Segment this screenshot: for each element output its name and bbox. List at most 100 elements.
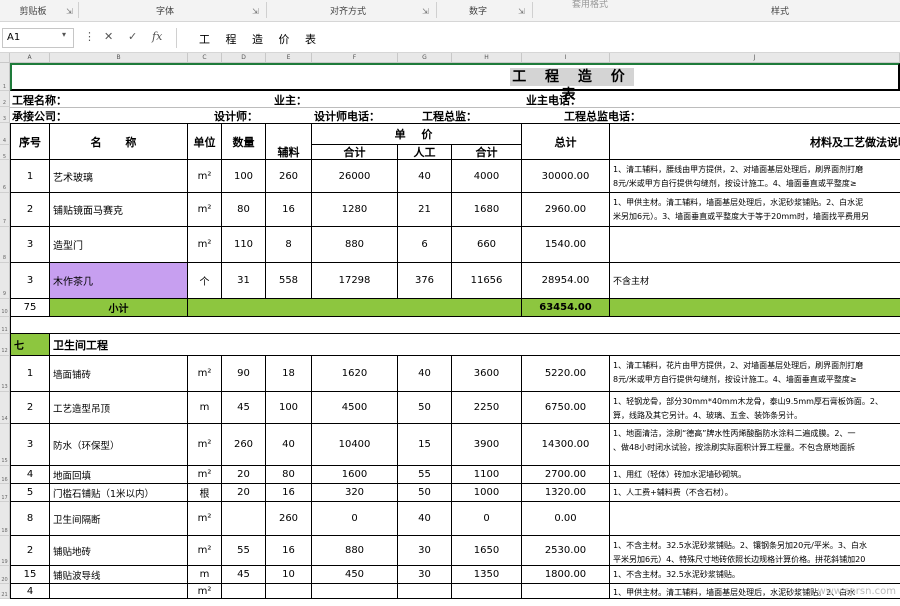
formula-input[interactable]: 工 程 造 价 表 bbox=[176, 28, 896, 48]
row-header[interactable]: 9 bbox=[0, 263, 10, 299]
header-unit-price[interactable]: 单 价 bbox=[312, 124, 522, 145]
cell-unit[interactable]: m bbox=[188, 392, 222, 424]
subtotal-note-fill[interactable] bbox=[610, 299, 900, 317]
active-cell-a1[interactable] bbox=[10, 63, 900, 91]
row-header[interactable]: 2 bbox=[0, 91, 10, 107]
cell-labor[interactable]: 30 bbox=[398, 566, 452, 584]
cell-name[interactable]: 墙面铺砖 bbox=[50, 356, 188, 392]
column-header[interactable]: D bbox=[222, 53, 266, 63]
cell-seq[interactable]: 8 bbox=[11, 502, 50, 536]
cell-sum2[interactable]: 3900 bbox=[452, 424, 522, 466]
cell-sum2[interactable]: 0 bbox=[452, 502, 522, 536]
cell-qty[interactable]: 110 bbox=[222, 227, 266, 263]
cell-seq[interactable]: 1 bbox=[11, 160, 50, 193]
select-all-corner[interactable] bbox=[0, 53, 10, 63]
cell-name[interactable]: 门槛石铺贴（1米以内） bbox=[50, 484, 188, 502]
cell-unit[interactable]: 根 bbox=[188, 484, 222, 502]
cell-total[interactable]: 14300.00 bbox=[522, 424, 610, 466]
cell-note[interactable]: 1、人工费+辅料费（不含石材）。 bbox=[610, 484, 900, 502]
row-header[interactable]: 4 bbox=[0, 123, 10, 145]
cell-seq[interactable]: 2 bbox=[11, 392, 50, 424]
cell-unit[interactable]: m² bbox=[188, 584, 222, 599]
cell-labor[interactable]: 15 bbox=[398, 424, 452, 466]
cell-note[interactable]: 1、不含主材。32.5水泥砂浆铺贴。 bbox=[610, 566, 900, 584]
cell-note[interactable]: 1、不含主材。32.5水泥砂浆铺贴。2、镶钢条另加20元/平米。3、白水 平米另加… bbox=[610, 536, 900, 566]
column-header[interactable]: C bbox=[188, 53, 222, 63]
cell-qty[interactable] bbox=[222, 502, 266, 536]
clipboard-group-label[interactable]: 剪贴板 bbox=[8, 4, 58, 17]
clipboard-launcher-icon[interactable]: ⇲ bbox=[66, 7, 73, 16]
cell-sum2[interactable]: 11656 bbox=[452, 263, 522, 299]
name-box-dropdown-icon[interactable]: ▾ bbox=[62, 30, 66, 39]
cell-sum1[interactable]: 26000 bbox=[312, 160, 398, 193]
designer-label[interactable]: 设计师： bbox=[214, 108, 258, 124]
cell-labor[interactable]: 40 bbox=[398, 356, 452, 392]
subtotal-seq[interactable]: 75 bbox=[11, 299, 50, 317]
cell-unit[interactable]: m² bbox=[188, 193, 222, 227]
cell-labor[interactable]: 50 bbox=[398, 484, 452, 502]
cell-unit[interactable]: m bbox=[188, 566, 222, 584]
cell-aux[interactable]: 100 bbox=[266, 392, 312, 424]
row-header[interactable]: 15 bbox=[0, 424, 10, 466]
contractor-label[interactable]: 承接公司： bbox=[12, 108, 67, 124]
row-header[interactable]: 18 bbox=[0, 502, 10, 536]
row-header[interactable]: 19 bbox=[0, 536, 10, 566]
cell-labor[interactable] bbox=[398, 584, 452, 599]
row-header[interactable]: 10 bbox=[0, 299, 10, 317]
cell-labor[interactable]: 55 bbox=[398, 466, 452, 484]
column-header[interactable]: I bbox=[522, 53, 610, 63]
cell-seq[interactable]: 2 bbox=[11, 193, 50, 227]
row-header[interactable]: 16 bbox=[0, 466, 10, 484]
cell-qty[interactable]: 45 bbox=[222, 392, 266, 424]
column-header[interactable]: H bbox=[452, 53, 522, 63]
cell-sum2[interactable]: 4000 bbox=[452, 160, 522, 193]
cell-total[interactable]: 30000.00 bbox=[522, 160, 610, 193]
cell-unit[interactable]: m² bbox=[188, 466, 222, 484]
number-group-label[interactable]: 数字 bbox=[458, 4, 498, 17]
cell-note[interactable]: 不含主材 bbox=[610, 263, 900, 299]
header-subtotal2[interactable]: 合计 bbox=[452, 145, 522, 160]
row-header[interactable]: 3 bbox=[0, 107, 10, 123]
cell-sum2[interactable]: 660 bbox=[452, 227, 522, 263]
cell-total[interactable]: 2530.00 bbox=[522, 536, 610, 566]
subtotal-label[interactable]: 小计 bbox=[50, 299, 188, 317]
supervisor-label[interactable]: 工程总监： bbox=[422, 108, 477, 124]
font-launcher-icon[interactable]: ⇲ bbox=[252, 7, 259, 16]
cell-unit[interactable]: 个 bbox=[188, 263, 222, 299]
cell-labor[interactable]: 40 bbox=[398, 502, 452, 536]
cell-seq[interactable]: 4 bbox=[11, 584, 50, 599]
header-aux[interactable]: 辅料 bbox=[266, 145, 312, 160]
enter-icon[interactable]: ✓ bbox=[128, 30, 137, 43]
cell-sum1[interactable]: 880 bbox=[312, 227, 398, 263]
header-subtotal1[interactable]: 合计 bbox=[312, 145, 398, 160]
cell-note[interactable] bbox=[610, 227, 900, 263]
cell-note[interactable]: 1、甲供主材。清工辅料，墙面基层处理后，水泥砂浆铺贴。2、白水泥 米另加6元）。… bbox=[610, 193, 900, 227]
cell-qty[interactable]: 100 bbox=[222, 160, 266, 193]
cell-sum1[interactable]: 0 bbox=[312, 502, 398, 536]
cell-aux[interactable]: 260 bbox=[266, 502, 312, 536]
cell-seq[interactable]: 3 bbox=[11, 263, 50, 299]
cell-note[interactable]: 1、用红（轻体）砖加水泥墙砂砌筑。 bbox=[610, 466, 900, 484]
cell-total[interactable]: 2700.00 bbox=[522, 466, 610, 484]
cell-unit[interactable]: m² bbox=[188, 227, 222, 263]
section-title[interactable]: 卫生间工程 bbox=[50, 334, 900, 356]
insert-function-icon[interactable]: fx bbox=[152, 30, 162, 43]
cell-aux[interactable]: 260 bbox=[266, 160, 312, 193]
cell-sum1[interactable]: 17298 bbox=[312, 263, 398, 299]
cell-name[interactable]: 艺术玻璃 bbox=[50, 160, 188, 193]
row-header[interactable]: 8 bbox=[0, 227, 10, 263]
column-header[interactable]: G bbox=[398, 53, 452, 63]
cell-sum2[interactable] bbox=[452, 584, 522, 599]
cell-aux[interactable]: 40 bbox=[266, 424, 312, 466]
row-header[interactable]: 5 bbox=[0, 145, 10, 160]
cell-seq[interactable]: 15 bbox=[11, 566, 50, 584]
cell-aux[interactable]: 16 bbox=[266, 536, 312, 566]
cell-note[interactable]: 1、清工辅料，花片由甲方提供，2、对墙面基层处理后，刷界面剂打磨 8元/米或甲方自… bbox=[610, 356, 900, 392]
cell-sum2[interactable]: 1350 bbox=[452, 566, 522, 584]
cell-qty[interactable]: 20 bbox=[222, 466, 266, 484]
sheet-title[interactable]: 工 程 造 价 表 bbox=[510, 68, 634, 103]
cell-qty[interactable]: 260 bbox=[222, 424, 266, 466]
cell-total[interactable] bbox=[522, 584, 610, 599]
cell-unit[interactable]: m² bbox=[188, 536, 222, 566]
designer-phone-label[interactable]: 设计师电话： bbox=[314, 108, 380, 124]
